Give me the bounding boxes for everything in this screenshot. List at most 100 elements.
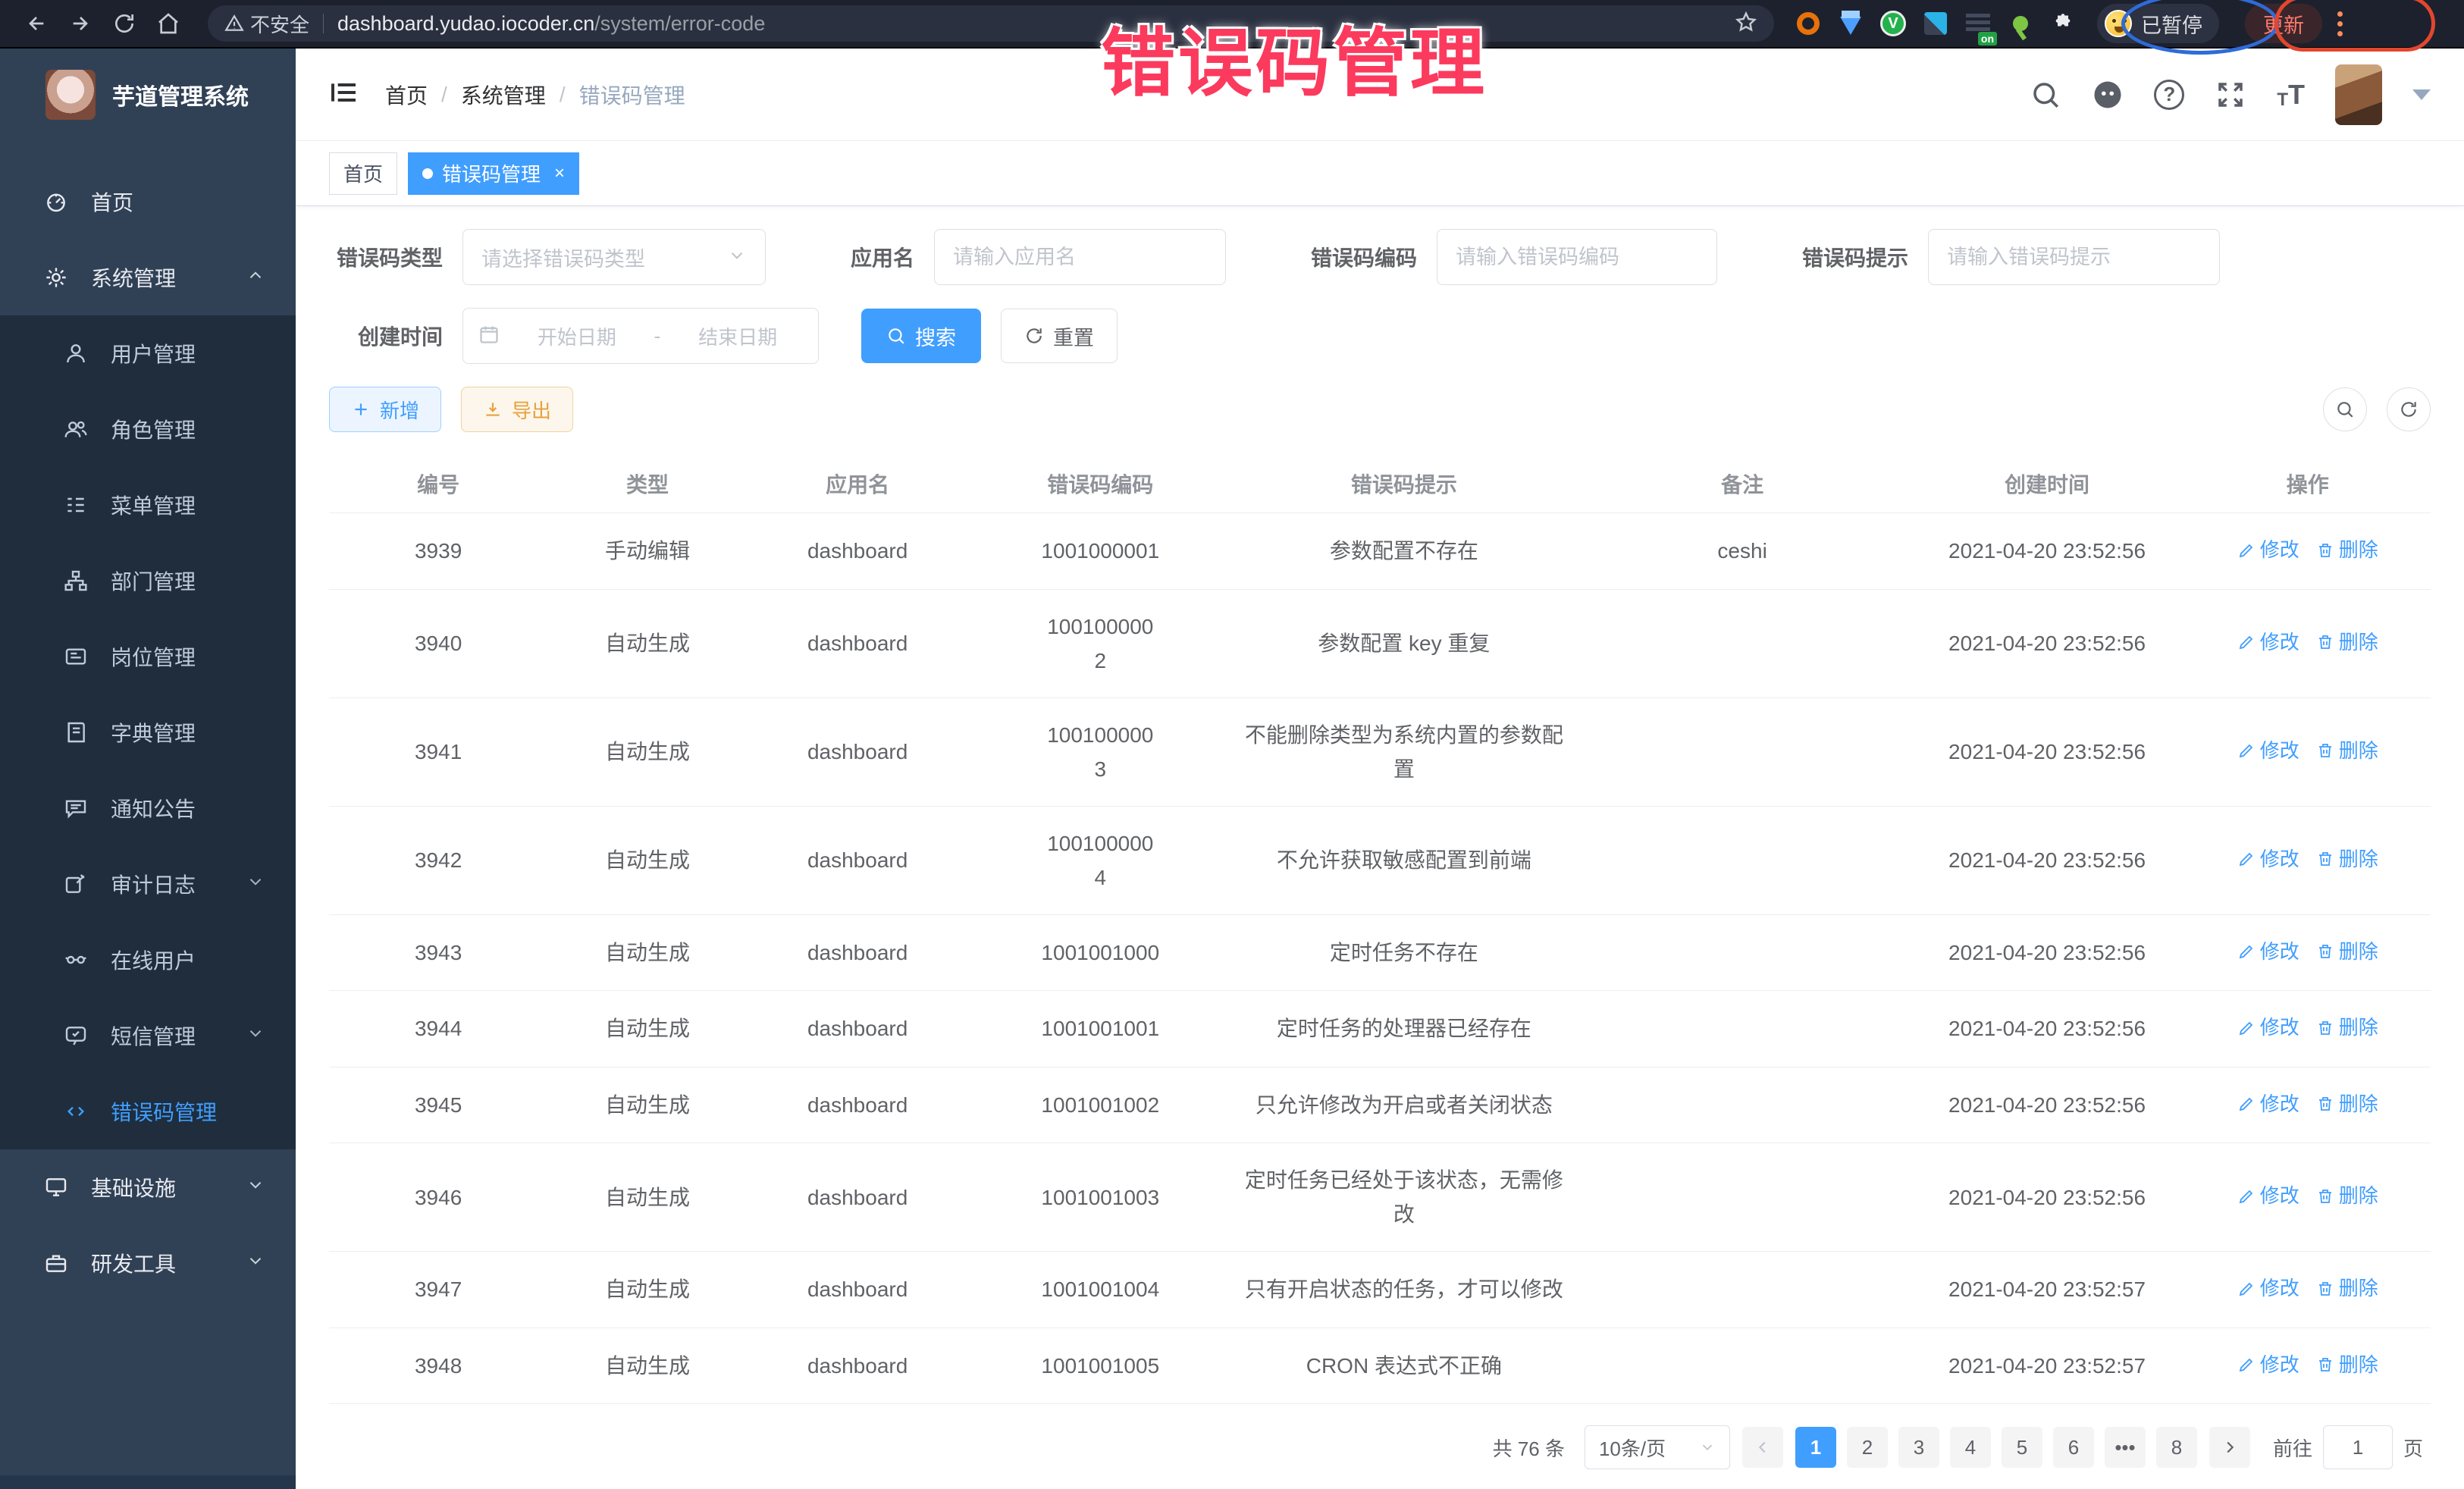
delete-link[interactable]: 删除 <box>2316 1179 2378 1213</box>
help-icon[interactable]: ? <box>2154 80 2184 110</box>
delete-link[interactable]: 删除 <box>2316 533 2378 567</box>
extension-gem-icon[interactable] <box>1836 9 1865 38</box>
pager-page-4[interactable]: 4 <box>1950 1427 1991 1468</box>
edit-link[interactable]: 修改 <box>2237 1179 2299 1213</box>
chevron-down-icon[interactable] <box>2412 89 2431 100</box>
sidebar-item-infra[interactable]: 基础设施 <box>0 1149 296 1225</box>
delete-link[interactable]: 删除 <box>2316 625 2378 660</box>
edit-link[interactable]: 修改 <box>2237 1011 2299 1045</box>
sidebar-item-notice[interactable]: 通知公告 <box>0 770 296 846</box>
sidebar-collapse-bar[interactable] <box>0 1475 296 1489</box>
edit-link[interactable]: 修改 <box>2237 935 2299 969</box>
app-name-input[interactable] <box>934 229 1226 285</box>
url-bar[interactable]: 不安全 dashboard.yudao.iocoder.cn /system/e… <box>208 5 1774 42</box>
edit-link[interactable]: 修改 <box>2237 734 2299 768</box>
search-icon[interactable] <box>2030 79 2061 111</box>
cell-memo <box>1575 914 1910 991</box>
gear-icon <box>42 264 70 291</box>
forward-icon[interactable] <box>64 7 97 40</box>
back-icon[interactable] <box>20 7 53 40</box>
extension-grid-icon[interactable] <box>1921 9 1950 38</box>
sidebar-item-dict[interactable]: 字典管理 <box>0 694 296 770</box>
extension-v-icon[interactable]: V <box>1879 9 1908 38</box>
breadcrumb-home[interactable]: 首页 <box>385 80 428 110</box>
font-size-icon[interactable]: TT <box>2277 79 2305 111</box>
show-search-button[interactable] <box>2323 387 2367 431</box>
delete-link[interactable]: 删除 <box>2316 1271 2378 1306</box>
filter-label-app: 应用名 <box>851 242 914 272</box>
pager-page-1[interactable]: 1 <box>1795 1427 1836 1468</box>
pager-page-6[interactable]: 6 <box>2053 1427 2094 1468</box>
create-time-range-picker[interactable]: 开始日期 - 结束日期 <box>462 308 819 364</box>
extension-scooter-icon[interactable] <box>2006 9 2035 38</box>
breadcrumb-separator: / <box>560 83 566 107</box>
avatar[interactable] <box>2335 64 2382 125</box>
close-icon[interactable]: × <box>554 163 565 184</box>
cell-app: dashboard <box>748 806 968 914</box>
edit-link[interactable]: 修改 <box>2237 533 2299 567</box>
sidebar-item-post[interactable]: 岗位管理 <box>0 619 296 694</box>
search-button[interactable]: 搜索 <box>861 309 981 363</box>
extensions-puzzle-icon[interactable] <box>2049 9 2077 38</box>
refresh-button[interactable] <box>2387 387 2431 431</box>
github-icon[interactable] <box>2092 79 2124 111</box>
delete-link[interactable]: 删除 <box>2316 935 2378 969</box>
sidebar-item-sms[interactable]: 短信管理 <box>0 998 296 1074</box>
pager-more-button[interactable]: ••• <box>2105 1427 2146 1468</box>
pager-page-2[interactable]: 2 <box>1847 1427 1888 1468</box>
extension-orange-icon[interactable] <box>1794 9 1823 38</box>
tab-home[interactable]: 首页 <box>329 152 397 195</box>
pager-page-8[interactable]: 8 <box>2156 1427 2197 1468</box>
reset-button[interactable]: 重置 <box>1001 309 1118 363</box>
cell-memo <box>1575 1067 1910 1143</box>
delete-link[interactable]: 删除 <box>2316 1011 2378 1045</box>
error-code-input[interactable] <box>1437 229 1717 285</box>
prev-page-button[interactable] <box>1742 1427 1783 1468</box>
export-button[interactable]: 导出 <box>461 387 573 432</box>
sidebar-item-menu[interactable]: 菜单管理 <box>0 467 296 543</box>
home-icon[interactable] <box>152 7 185 40</box>
hamburger-icon[interactable] <box>329 77 359 111</box>
sidebar-item-home[interactable]: 首页 <box>0 164 296 240</box>
not-secure-warning[interactable]: 不安全 <box>224 10 309 38</box>
delete-link[interactable]: 删除 <box>2316 734 2378 768</box>
goto-page-input[interactable] <box>2323 1425 2393 1469</box>
next-page-button[interactable] <box>2209 1427 2250 1468</box>
logo-row[interactable]: 芋道管理系统 <box>0 49 296 141</box>
sidebar-item-devtools[interactable]: 研发工具 <box>0 1225 296 1301</box>
sidebar-item-system[interactable]: 系统管理 <box>0 240 296 315</box>
pager-page-3[interactable]: 3 <box>1898 1427 1939 1468</box>
error-type-select[interactable]: 请选择错误码类型 <box>462 229 766 285</box>
edit-link[interactable]: 修改 <box>2237 842 2299 876</box>
page-size-select[interactable]: 10条/页 <box>1585 1425 1730 1469</box>
cell-id: 3945 <box>329 1067 547 1143</box>
main-area: 首页 / 系统管理 / 错误码管理 ? TT 首页 <box>296 49 2464 1489</box>
browser-menu-icon[interactable] <box>2337 11 2343 36</box>
fullscreen-icon[interactable] <box>2215 79 2246 111</box>
tab-error-code[interactable]: 错误码管理 × <box>408 152 579 195</box>
reload-icon[interactable] <box>108 7 141 40</box>
breadcrumb-system[interactable]: 系统管理 <box>461 80 546 110</box>
delete-link[interactable]: 删除 <box>2316 842 2378 876</box>
error-msg-input[interactable] <box>1928 229 2220 285</box>
extension-paused-chip[interactable]: 已暂停 <box>2097 4 2219 43</box>
edit-link[interactable]: 修改 <box>2237 1271 2299 1306</box>
edit-link[interactable]: 修改 <box>2237 1348 2299 1382</box>
delete-link[interactable]: 删除 <box>2316 1348 2378 1382</box>
browser-update-button[interactable]: 更新 <box>2245 4 2322 43</box>
sidebar-item-errcode[interactable]: 错误码管理 <box>0 1074 296 1149</box>
sidebar-item-online[interactable]: 在线用户 <box>0 922 296 998</box>
extension-list-icon[interactable]: on <box>1964 9 1992 38</box>
sidebar-item-user[interactable]: 用户管理 <box>0 315 296 391</box>
bookmark-star-icon[interactable] <box>1735 11 1757 37</box>
edit-link[interactable]: 修改 <box>2237 625 2299 660</box>
edit-link[interactable]: 修改 <box>2237 1087 2299 1121</box>
error-code-table: 编号 类型 应用名 错误码编码 错误码提示 备注 创建时间 操作 3939手动编… <box>329 455 2431 1404</box>
delete-link[interactable]: 删除 <box>2316 1087 2378 1121</box>
sidebar-item-dept[interactable]: 部门管理 <box>0 543 296 619</box>
add-button[interactable]: 新增 <box>329 387 441 432</box>
col-code: 错误码编码 <box>968 455 1233 513</box>
sidebar-item-role[interactable]: 角色管理 <box>0 391 296 467</box>
sidebar-item-audit[interactable]: 审计日志 <box>0 846 296 922</box>
pager-page-5[interactable]: 5 <box>2002 1427 2042 1468</box>
